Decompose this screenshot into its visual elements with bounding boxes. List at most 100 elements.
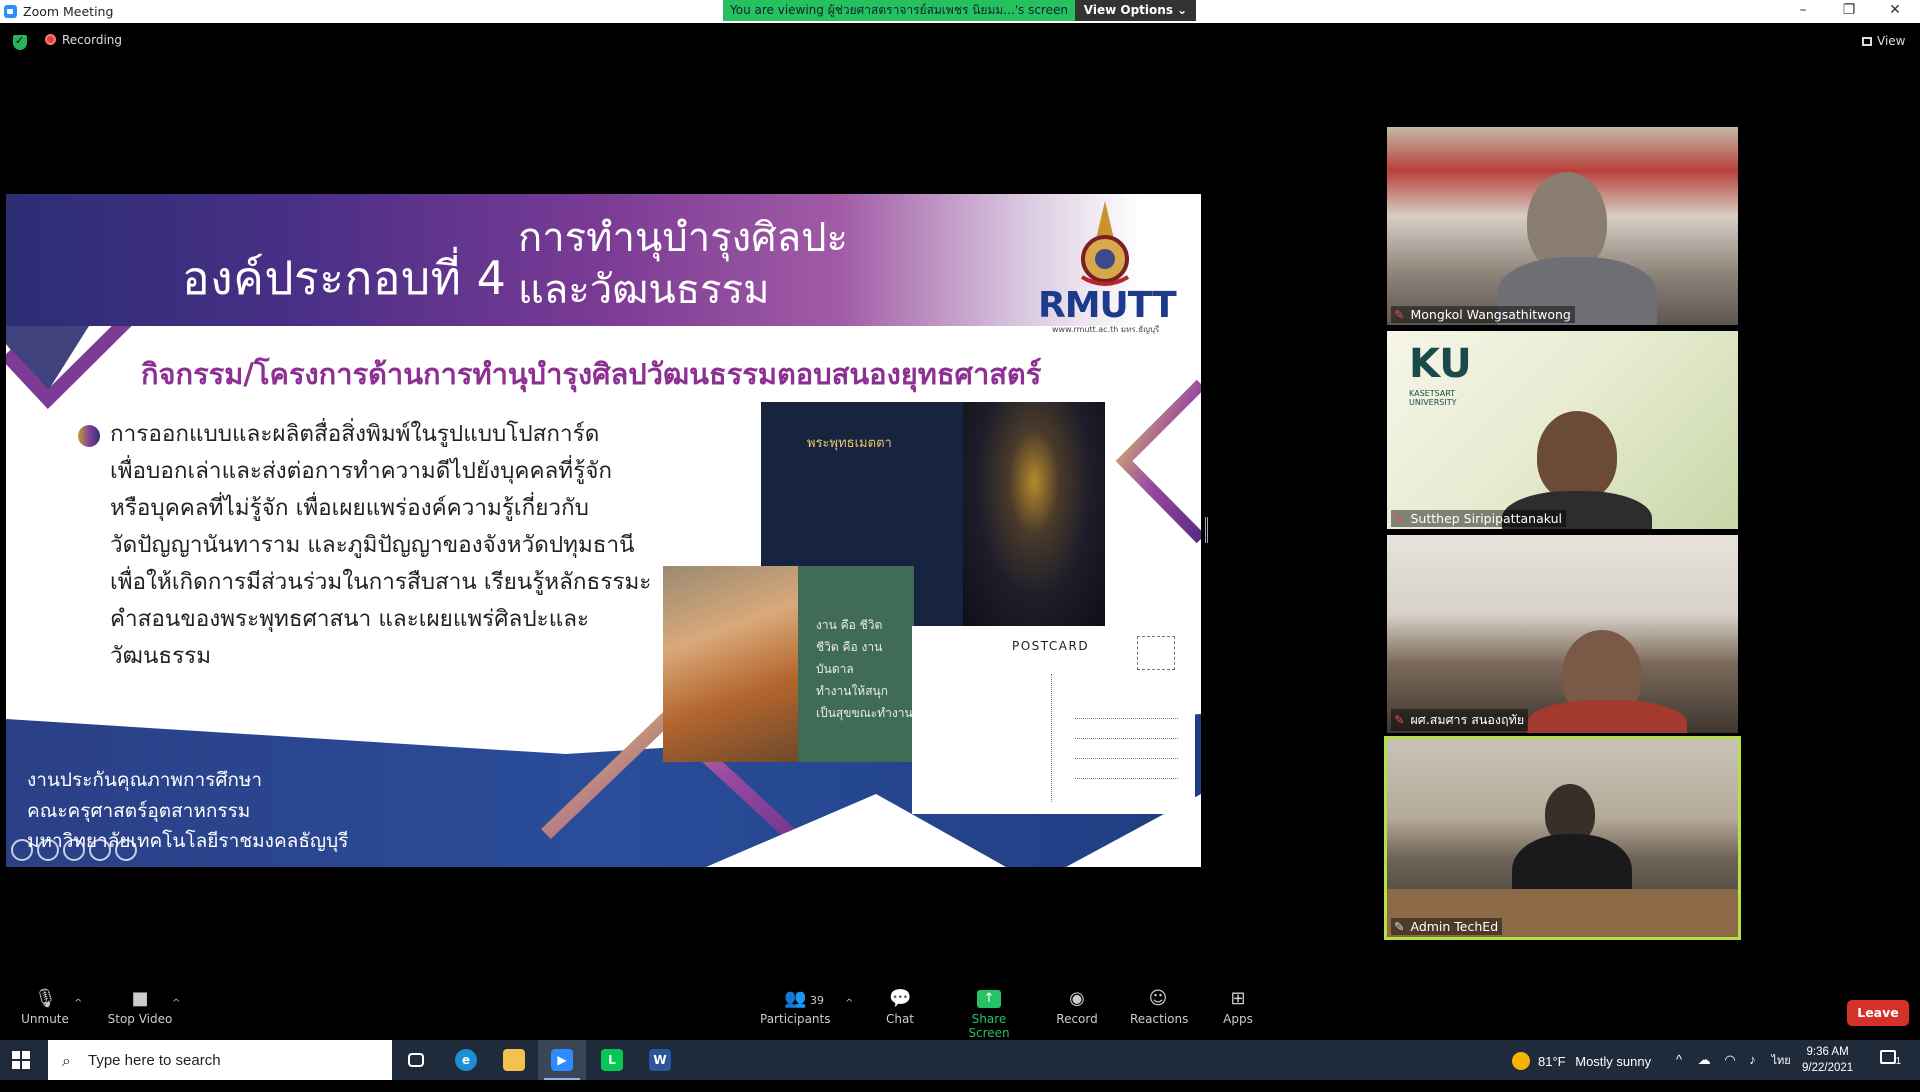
restore-button[interactable]: ❐ <box>1826 0 1872 22</box>
edge-icon: e <box>455 1049 477 1071</box>
rmutt-logo-text: RMUTT <box>1038 285 1177 326</box>
panel-resize-handle[interactable] <box>1205 517 1208 543</box>
weather-widget[interactable]: 81°F Mostly sunny <box>1512 1052 1651 1092</box>
minimize-button[interactable]: – <box>1780 0 1826 22</box>
rmutt-logo: RMUTT www.rmutt.ac.th มทร.ธัญบุรี <box>1038 199 1177 339</box>
line-taskbar-button[interactable]: L <box>588 1040 636 1080</box>
audio-options-chevron-icon[interactable]: ^ <box>74 998 82 1009</box>
system-tray[interactable]: ^ ☁ ◠ ♪ ไทย <box>1676 1051 1791 1091</box>
word-icon: W <box>649 1049 671 1071</box>
window-title: Zoom Meeting <box>23 4 114 19</box>
clock-date: 9/22/2021 <box>1802 1062 1854 1074</box>
slide-title-sub-line1: การทำนุบำรุงศิลปะ <box>518 215 848 261</box>
postcard-front-title: พระพุทธเมตตา <box>807 436 892 451</box>
bullet-icon <box>78 425 100 447</box>
slide-title: องค์ประกอบที่ 4 <box>182 251 507 305</box>
volume-icon[interactable]: ♪ <box>1749 1052 1756 1067</box>
address-line <box>1075 738 1178 739</box>
green-card-line: ทำงานให้สนุก <box>816 684 889 698</box>
reactions-label: Reactions <box>1130 1012 1189 1026</box>
presentation-slide: องค์ประกอบที่ 4 การทำนุบำรุงศิลปะ และวัฒ… <box>6 194 1201 867</box>
reactions-button[interactable]: ☺ Reactions <box>1130 988 1189 1027</box>
participant-name-tag: ✎ Admin TechEd <box>1391 918 1503 935</box>
participant-name: Mongkol Wangsathitwong <box>1410 307 1571 322</box>
muted-mic-icon: ✎ <box>1394 712 1405 727</box>
notification-center-button[interactable]: 1 <box>1880 1050 1901 1090</box>
smiley-icon: ☺ <box>1148 988 1168 1009</box>
folder-icon <box>503 1049 525 1071</box>
participant-figure <box>1537 411 1617 501</box>
chat-button[interactable]: 💬 Chat <box>880 990 920 1027</box>
unmute-button[interactable]: 🎙 Unmute <box>18 990 72 1027</box>
green-card-text: งาน คือ ชีวิต ชีวิต คือ งานบันดาล ทำงานใ… <box>816 614 914 724</box>
muted-mic-icon: ✎ <box>1394 511 1405 526</box>
green-card-image: งาน คือ ชีวิต ชีวิต คือ งานบันดาล ทำงานใ… <box>798 566 914 762</box>
shared-screen[interactable]: องค์ประกอบที่ 4 การทำนุบำรุงศิลปะ และวัฒ… <box>6 157 1208 905</box>
share-screen-button[interactable]: ↑ Share Screen <box>950 990 1028 1040</box>
participants-options-chevron-icon[interactable]: ^ <box>845 998 853 1009</box>
participant-name-tag: ✎ Sutthep Siripipattanakul <box>1391 510 1566 527</box>
view-options-button[interactable]: View Options ⌄ <box>1075 0 1196 21</box>
zoom-app-icon <box>4 5 17 18</box>
recording-indicator[interactable]: Recording <box>45 33 122 47</box>
pen-icon[interactable] <box>37 839 59 861</box>
close-button[interactable]: ✕ <box>1872 0 1918 22</box>
body-line: คำสอนของพระพุทธศาสนา และเผยแพร่ศิลปะและว… <box>110 606 590 669</box>
green-card-line: งาน คือ ชีวิต <box>816 618 883 632</box>
postcard-divider <box>1051 674 1052 802</box>
participant-video[interactable]: ✎ ผศ.สมศาร สนองฤทัย <box>1387 535 1738 733</box>
record-icon: ◉ <box>1069 988 1085 1009</box>
record-button[interactable]: ◉ Record <box>1055 988 1099 1027</box>
participant-video-active-speaker[interactable]: ✎ Admin TechEd <box>1384 736 1741 940</box>
apps-label: Apps <box>1223 1012 1253 1026</box>
input-language[interactable]: ไทย <box>1771 1055 1790 1067</box>
edge-taskbar-button[interactable]: e <box>442 1040 490 1080</box>
windows-taskbar: ⌕ Type here to search e ▶ L W 81°F Mostl… <box>0 1040 1920 1080</box>
video-camera-icon: ■ <box>131 988 149 1009</box>
clock-time: 9:36 AM <box>1806 1046 1849 1058</box>
address-line <box>1075 778 1178 779</box>
grid-view-icon <box>1862 37 1872 46</box>
taskbar-search[interactable]: ⌕ Type here to search <box>48 1040 392 1080</box>
address-line <box>1075 758 1178 759</box>
chat-label: Chat <box>885 1012 915 1026</box>
word-taskbar-button[interactable]: W <box>636 1040 684 1080</box>
view-layout-button[interactable]: View <box>1862 34 1905 48</box>
leave-button[interactable]: Leave <box>1847 1000 1909 1026</box>
stop-video-label: Stop Video <box>107 1012 173 1026</box>
footer-line: งานประกันคุณภาพการศึกษา <box>27 769 263 791</box>
participant-name: Sutthep Siripipattanakul <box>1410 511 1562 526</box>
zoom-icon[interactable] <box>89 839 111 861</box>
stamp-box <box>1137 636 1175 670</box>
participant-video[interactable]: ✎ Mongkol Wangsathitwong <box>1387 127 1738 325</box>
body-line: หรือบุคคลที่ไม่รู้จัก เพื่อเผยแพร่องค์คว… <box>110 495 589 521</box>
zoom-icon: ▶ <box>551 1049 573 1071</box>
body-line: วัดปัญญานันทาราม และภูมิปัญญาของจังหวัดป… <box>110 532 635 558</box>
share-screen-label: Share Screen <box>968 1012 1010 1040</box>
recording-label: Recording <box>62 33 123 47</box>
ku-logo-caption-line: KASETSART <box>1409 389 1456 398</box>
stop-video-button[interactable]: ■ Stop Video <box>105 988 175 1027</box>
slides-icon[interactable] <box>63 839 85 861</box>
recording-dot-icon <box>45 34 56 45</box>
task-view-button[interactable] <box>392 1040 440 1080</box>
wifi-icon[interactable]: ◠ <box>1724 1052 1735 1067</box>
encryption-shield-icon[interactable] <box>13 34 27 50</box>
participant-video[interactable]: KU KASETSART UNIVERSITY ✎ Sutthep Siripip… <box>1387 331 1738 529</box>
footer-line: คณะครุศาสตร์อุตสาหกรรม <box>27 799 251 822</box>
body-line: เพื่อบอกเล่าและส่งต่อการทำความดีไปยังบุค… <box>110 458 613 484</box>
apps-button[interactable]: ⊞ Apps <box>1220 990 1256 1027</box>
tray-chevron-icon[interactable]: ^ <box>1676 1052 1682 1067</box>
file-explorer-taskbar-button[interactable] <box>490 1040 538 1080</box>
green-card-line: เป็นสุขขณะทำงาน <box>816 706 913 720</box>
search-placeholder: Type here to search <box>88 1052 221 1069</box>
zoom-taskbar-button[interactable]: ▶ <box>538 1040 586 1080</box>
slide-body: การออกแบบและผลิตสื่อสิ่งพิมพ์ในรูปแบบโปส… <box>110 416 690 675</box>
previous-slide-icon[interactable] <box>11 839 33 861</box>
weather-text: Mostly sunny <box>1575 1054 1652 1069</box>
video-options-chevron-icon[interactable]: ^ <box>172 998 180 1009</box>
next-slide-icon[interactable] <box>115 839 137 861</box>
windows-start-icon[interactable] <box>12 1051 30 1069</box>
taskbar-clock[interactable]: 9:36 AM 9/22/2021 <box>1802 1044 1853 1076</box>
onedrive-icon[interactable]: ☁ <box>1698 1052 1711 1067</box>
